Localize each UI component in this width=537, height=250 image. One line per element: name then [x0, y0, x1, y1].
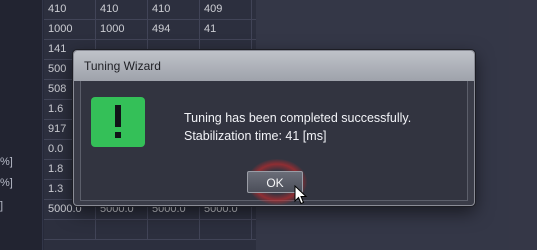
dialog-titlebar[interactable]: Tuning Wizard — [74, 51, 474, 81]
dialog-body: Tuning has been completed successfully. … — [80, 81, 468, 205]
exclamation-icon — [91, 97, 145, 147]
tuning-wizard-dialog: Tuning Wizard Tuning has been completed … — [73, 50, 475, 206]
dialog-title: Tuning Wizard — [84, 59, 161, 73]
mouse-cursor-icon — [294, 184, 308, 210]
dialog-message-line: Tuning has been completed successfully. — [184, 111, 412, 125]
dialog-message-line: Stabilization time: 41 [ms] — [184, 129, 327, 143]
